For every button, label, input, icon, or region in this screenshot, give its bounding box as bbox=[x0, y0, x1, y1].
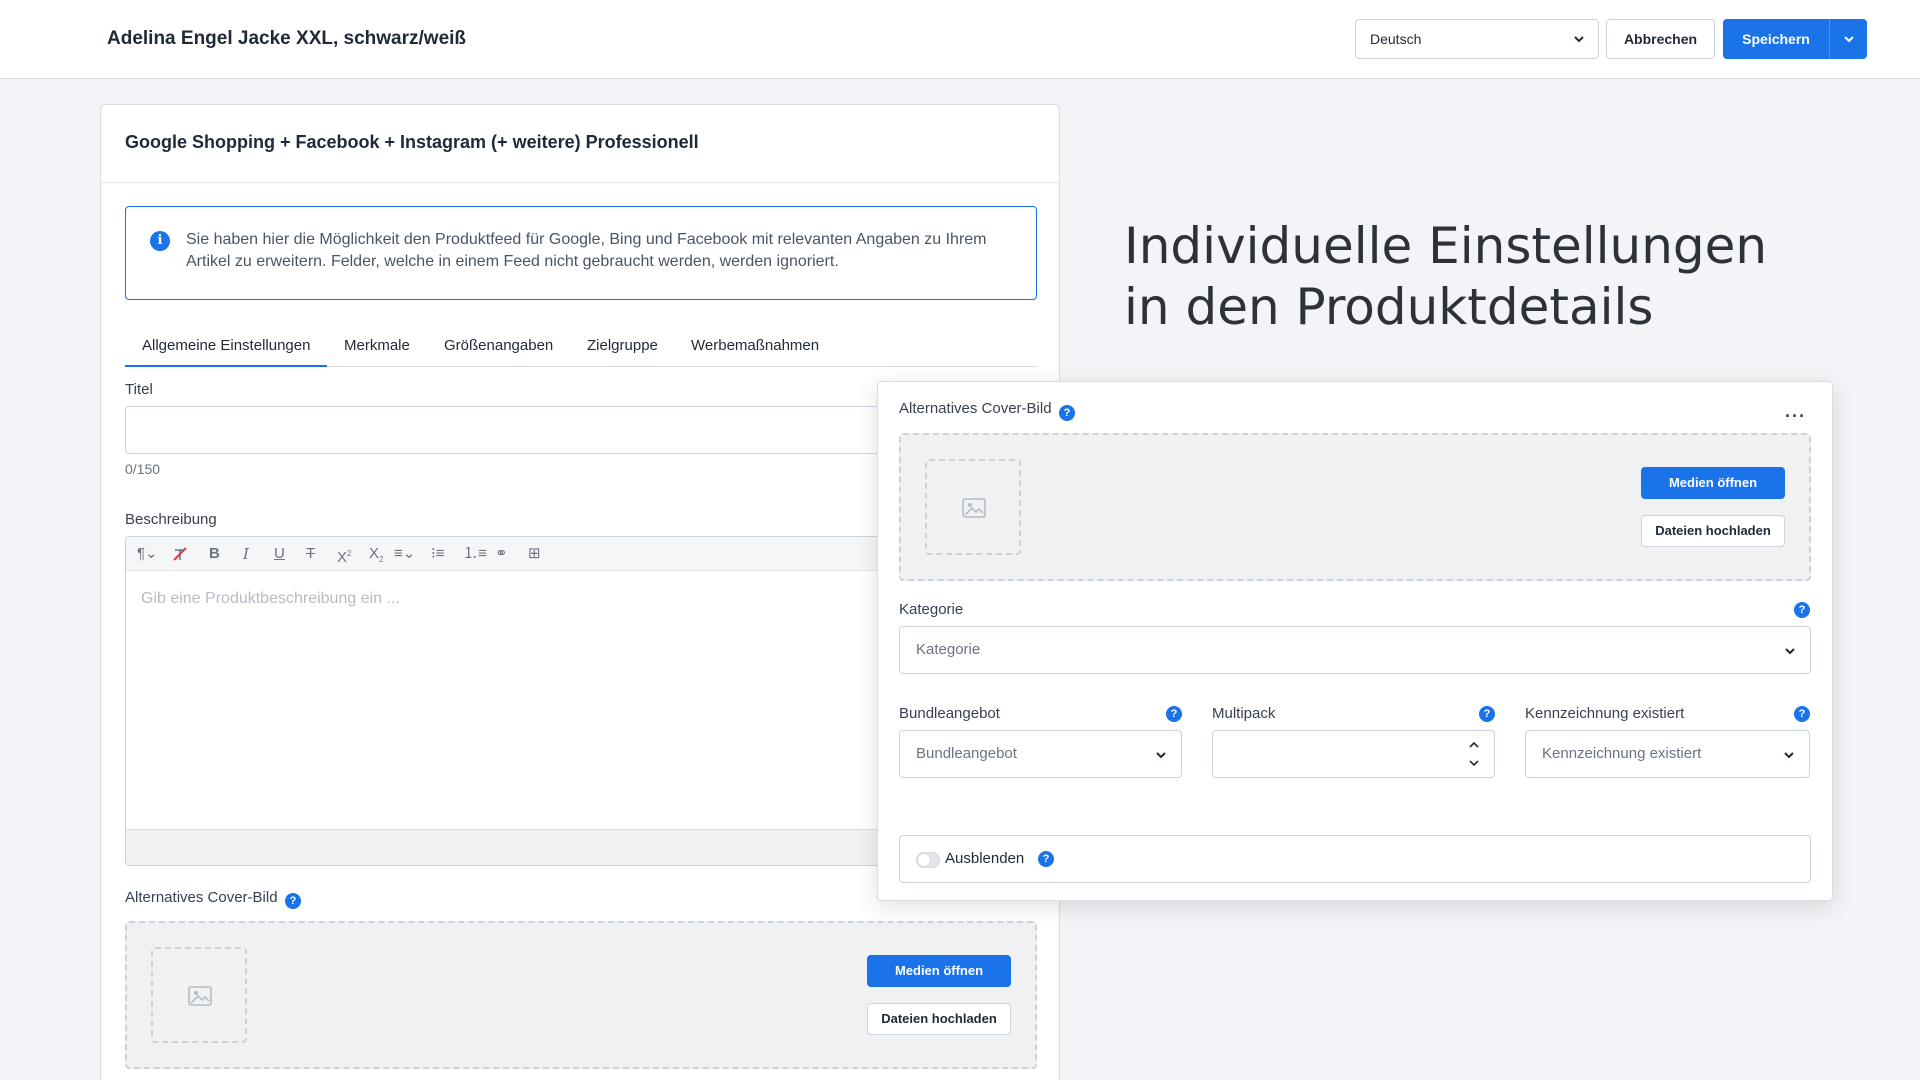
stepper-arrows-icon[interactable] bbox=[1468, 739, 1480, 769]
cover-bild-label: Alternatives Cover-Bild bbox=[899, 400, 1052, 417]
cancel-button[interactable]: Abbrechen bbox=[1606, 19, 1715, 59]
kategorie-select[interactable]: Kategorie bbox=[899, 626, 1811, 674]
bundleangebot-placeholder: Bundleangebot bbox=[916, 745, 1017, 762]
headline-line-1: Individuelle Einstellungen bbox=[1124, 217, 1768, 275]
kennzeichnung-label: Kennzeichnung existiert bbox=[1525, 705, 1685, 722]
ausblenden-label: Ausblenden bbox=[945, 850, 1025, 867]
tab-groessenangaben[interactable]: Größenangaben bbox=[444, 337, 553, 354]
image-icon bbox=[962, 498, 986, 518]
paragraph-format-icon[interactable]: ¶⌄ bbox=[137, 546, 158, 562]
chevron-down-icon bbox=[1844, 36, 1854, 43]
kategorie-label: Kategorie bbox=[899, 601, 964, 618]
align-icon[interactable]: ≡⌄ bbox=[394, 546, 415, 562]
chevron-down-icon bbox=[1785, 648, 1795, 655]
bundleangebot-label: Bundleangebot bbox=[899, 705, 1000, 722]
upload-files-button[interactable]: Dateien hochladen bbox=[867, 1003, 1011, 1035]
kategorie-placeholder: Kategorie bbox=[916, 641, 981, 658]
chevron-down-icon bbox=[1156, 752, 1166, 759]
underline-icon[interactable]: U bbox=[274, 546, 285, 562]
bullet-list-icon[interactable]: ⁝≡ bbox=[431, 546, 445, 562]
cover-bild-label: Alternatives Cover-Bild bbox=[125, 889, 278, 906]
beschreibung-label: Beschreibung bbox=[125, 511, 217, 528]
info-text: Sie haben hier die Möglichkeit den Produ… bbox=[186, 231, 987, 270]
card-title: Google Shopping + Facebook + Instagram (… bbox=[101, 105, 1059, 183]
tab-zielgruppe[interactable]: Zielgruppe bbox=[587, 337, 658, 354]
ausblenden-row: Ausblenden ? bbox=[899, 835, 1811, 883]
top-bar: Adelina Engel Jacke XXL, schwarz/weiß De… bbox=[0, 0, 1920, 79]
bold-icon[interactable]: B bbox=[209, 546, 220, 562]
info-alert: i Sie haben hier die Möglichkeit den Pro… bbox=[125, 206, 1037, 300]
zoomed-settings-panel: Alternatives Cover-Bild ? ··· Medien öff… bbox=[877, 381, 1833, 901]
help-icon[interactable]: ? bbox=[1794, 602, 1810, 618]
headline-line-2: in den Produktdetails bbox=[1124, 278, 1654, 336]
tab-merkmale[interactable]: Merkmale bbox=[344, 337, 410, 354]
more-options-icon[interactable]: ··· bbox=[1785, 406, 1806, 427]
image-icon bbox=[188, 986, 212, 1006]
image-placeholder bbox=[925, 459, 1021, 555]
titel-char-counter: 0/150 bbox=[125, 461, 161, 477]
multipack-stepper[interactable] bbox=[1212, 730, 1495, 778]
multipack-label: Multipack bbox=[1212, 705, 1276, 722]
kennzeichnung-select[interactable]: Kennzeichnung existiert bbox=[1525, 730, 1810, 778]
media-open-button[interactable]: Medien öffnen bbox=[867, 955, 1011, 987]
ausblenden-toggle[interactable] bbox=[916, 852, 940, 868]
link-icon[interactable]: ⚭ bbox=[495, 546, 508, 562]
save-button[interactable]: Speichern bbox=[1723, 19, 1829, 59]
strikethrough-icon[interactable]: T bbox=[306, 546, 315, 562]
italic-icon[interactable]: I bbox=[243, 546, 249, 562]
help-icon[interactable]: ? bbox=[285, 893, 301, 909]
table-icon[interactable]: ⊞ bbox=[528, 546, 541, 562]
language-select[interactable]: Deutsch bbox=[1355, 19, 1599, 59]
help-icon[interactable]: ? bbox=[1038, 851, 1054, 867]
cover-bild-dropzone[interactable]: Medien öffnen Dateien hochladen bbox=[899, 433, 1811, 581]
media-open-button[interactable]: Medien öffnen bbox=[1641, 467, 1785, 499]
help-icon[interactable]: ? bbox=[1166, 706, 1182, 722]
tab-allgemeine-einstellungen[interactable]: Allgemeine Einstellungen bbox=[124, 337, 328, 367]
clear-format-icon[interactable] bbox=[171, 545, 189, 563]
cover-bild-dropzone[interactable]: Medien öffnen Dateien hochladen bbox=[125, 921, 1037, 1069]
kennzeichnung-placeholder: Kennzeichnung existiert bbox=[1542, 745, 1702, 762]
language-select-value: Deutsch bbox=[1370, 31, 1422, 47]
help-icon[interactable]: ? bbox=[1794, 706, 1810, 722]
chevron-down-icon bbox=[1784, 752, 1794, 759]
subscript-icon[interactable]: X2 bbox=[369, 546, 383, 568]
superscript-icon[interactable]: X2 bbox=[337, 546, 351, 566]
numbered-list-icon[interactable]: ⒈≡ bbox=[463, 546, 487, 562]
bundleangebot-select[interactable]: Bundleangebot bbox=[899, 730, 1182, 778]
chevron-down-icon bbox=[1574, 36, 1584, 43]
help-icon[interactable]: ? bbox=[1059, 405, 1075, 421]
tab-bar: Allgemeine Einstellungen Merkmale Größen… bbox=[124, 327, 1037, 367]
titel-label: Titel bbox=[125, 381, 153, 398]
info-icon: i bbox=[150, 231, 170, 251]
tab-werbemassnahmen[interactable]: Werbemaßnahmen bbox=[691, 337, 819, 354]
upload-files-button[interactable]: Dateien hochladen bbox=[1641, 515, 1785, 547]
image-placeholder bbox=[151, 947, 247, 1043]
product-title: Adelina Engel Jacke XXL, schwarz/weiß bbox=[107, 28, 467, 49]
save-options-button[interactable] bbox=[1829, 19, 1867, 59]
help-icon[interactable]: ? bbox=[1479, 706, 1495, 722]
editor-placeholder: Gib eine Produktbeschreibung ein ... bbox=[141, 590, 400, 607]
feature-headline: Individuelle Einstellungen in den Produk… bbox=[1124, 216, 1767, 338]
